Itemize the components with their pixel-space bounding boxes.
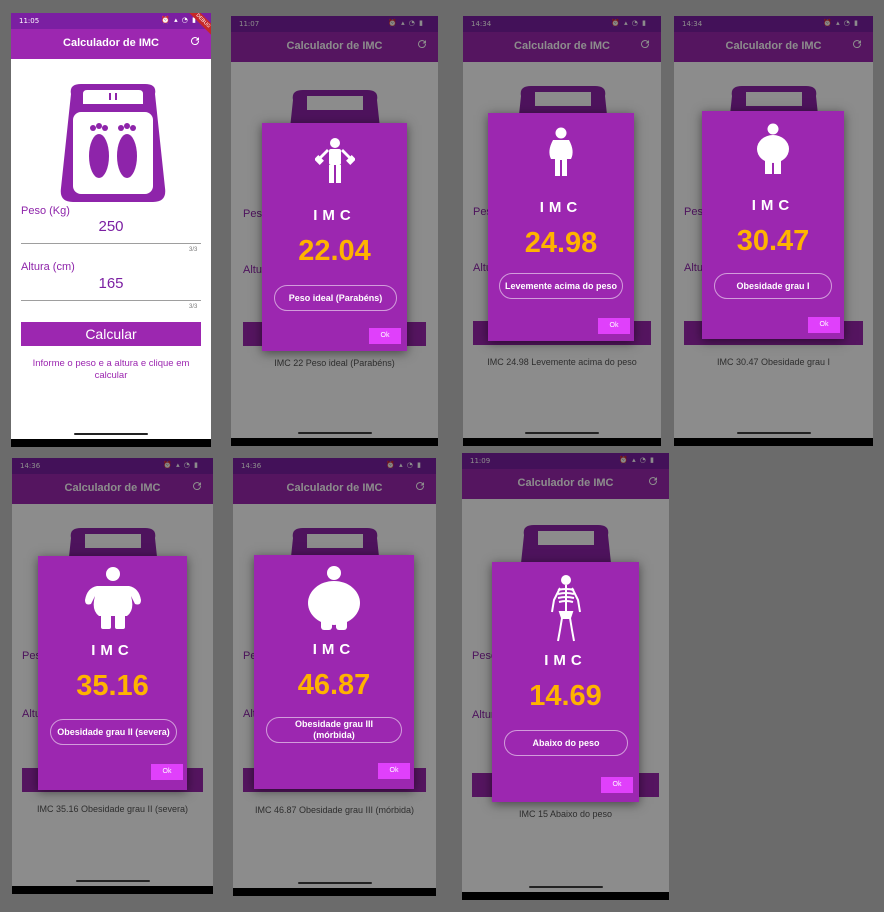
ok-button[interactable]: Ok xyxy=(378,763,410,779)
nav-bar xyxy=(462,886,669,900)
ok-button[interactable]: Ok xyxy=(151,764,183,780)
height-label: Altura (cm) xyxy=(21,261,75,273)
result-dialog: IMC 46.87 Obesidade grau III (mórbida) O… xyxy=(254,555,414,789)
phone-screen-result-underweight: 11:09 ⏰ ▴ ◔ ▮ Calculador de IMC Peso Altu… xyxy=(462,453,669,900)
skeleton-icon xyxy=(550,575,581,642)
imc-value: 46.87 xyxy=(297,669,371,701)
height-counter: 3/3 xyxy=(189,304,198,310)
weight-input[interactable]: 250 xyxy=(21,218,201,235)
nav-bar xyxy=(11,433,211,447)
nav-bar xyxy=(231,432,438,446)
imc-value: 14.69 xyxy=(529,680,602,712)
weight-underline xyxy=(21,243,201,244)
imc-value: 22.04 xyxy=(298,235,371,267)
home-indicator xyxy=(297,432,372,434)
result-dialog: IMC 35.16 Obesidade grau II (severa) Ok xyxy=(38,556,187,790)
status-time: 11:05 xyxy=(19,17,40,25)
result-dialog: IMC 22.04 Peso ideal (Parabéns) Ok xyxy=(262,123,407,351)
result-dialog: IMC 14.69 Abaixo do peso Ok xyxy=(492,562,639,802)
phone-screen-result-obesity-3: 14:36⏰ ▴ ◔ ▮ Calculador de IMC Peso Altu… xyxy=(233,458,436,896)
obese-person-icon xyxy=(757,123,789,174)
info-text: Informe o peso e a altura e clique em ca… xyxy=(32,358,190,381)
nav-bar xyxy=(12,880,213,894)
imc-heading: IMC xyxy=(313,207,356,224)
weight-counter: 3/3 xyxy=(189,247,198,253)
imc-value: 24.98 xyxy=(524,227,598,259)
ok-button[interactable]: Ok xyxy=(598,318,630,334)
nav-bar xyxy=(233,882,436,896)
app-title: Calculador de IMC xyxy=(63,37,159,49)
morbid-obese-person-icon xyxy=(308,566,360,630)
home-indicator xyxy=(736,432,811,434)
status-icons: ⏰ ▴ ◔ ▮ xyxy=(161,16,197,24)
ok-button[interactable]: Ok xyxy=(808,317,840,333)
height-underline xyxy=(21,300,201,301)
severe-obese-person-icon xyxy=(84,567,141,629)
calculate-button[interactable]: Calcular xyxy=(21,322,201,346)
phone-screen-form: 11:05 ⏰ ▴ ◔ ▮ Calculador de IMC DEBUG Pes… xyxy=(11,13,211,447)
nav-bar xyxy=(674,432,873,446)
imc-heading: IMC xyxy=(544,652,587,669)
slightly-overweight-person-icon xyxy=(549,127,573,176)
dumbbell-person-icon xyxy=(314,138,355,183)
classification-chip: Levemente acima do peso xyxy=(499,273,623,299)
home-indicator xyxy=(528,886,603,888)
nav-bar xyxy=(463,432,661,446)
home-indicator xyxy=(74,433,148,435)
result-dialog: IMC 30.47 Obesidade grau I Ok xyxy=(702,111,844,339)
app-bar: Calculador de IMC xyxy=(11,29,211,59)
imc-value: 35.16 xyxy=(76,670,149,702)
classification-chip: Abaixo do peso xyxy=(504,730,628,756)
classification-chip: Obesidade grau III (mórbida) xyxy=(266,717,402,743)
phone-screen-result-obesity-1: 14:34 ⏰ ▴ ◔ ▮ Calculador de IMC Peso Altu… xyxy=(674,16,873,446)
imc-heading: IMC xyxy=(91,642,134,659)
phone-screen-result-overweight: 14:34⏰ ▴ ◔ ▮ Calculador de IMC Peso Altu… xyxy=(463,16,661,446)
result-dialog: IMC 24.98 Levemente acima do peso Ok xyxy=(488,113,634,341)
phone-screen-result-obesity-2: 14:36 ⏰ ▴ ◔ ▮ Calculador de IMC Peso Altu… xyxy=(12,458,213,894)
imc-heading: IMC xyxy=(751,197,795,214)
weight-scale-icon xyxy=(60,84,166,202)
imc-heading: IMC xyxy=(539,199,583,216)
imc-value: 30.47 xyxy=(736,225,810,257)
classification-chip: Peso ideal (Parabéns) xyxy=(274,285,397,311)
refresh-icon[interactable] xyxy=(189,35,201,47)
home-indicator xyxy=(525,432,599,434)
classification-chip: Obesidade grau II (severa) xyxy=(50,719,177,745)
home-indicator xyxy=(75,880,150,882)
weight-label: Peso (Kg) xyxy=(21,205,70,217)
status-bar: 11:05 ⏰ ▴ ◔ ▮ xyxy=(11,13,211,29)
ok-button[interactable]: Ok xyxy=(601,777,633,793)
phone-screen-result-normal: 11:07 ⏰ ▴ ◔ ▮ Calculador de IMC Peso Altu… xyxy=(231,16,438,446)
height-input[interactable]: 165 xyxy=(21,275,201,292)
imc-heading: IMC xyxy=(312,641,356,658)
ok-button[interactable]: Ok xyxy=(369,328,401,344)
classification-chip: Obesidade grau I xyxy=(714,273,832,299)
home-indicator xyxy=(297,882,372,884)
